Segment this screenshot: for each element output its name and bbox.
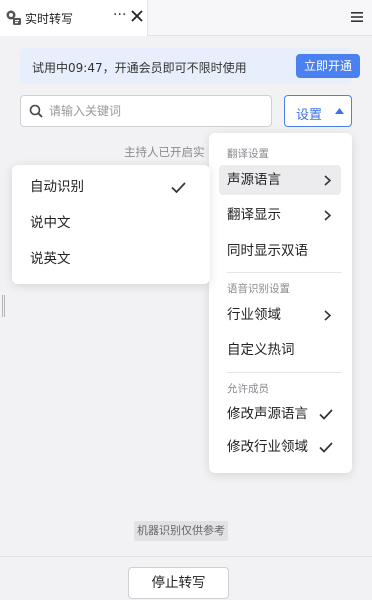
menu-item-modify-source-language[interactable]: 修改声源语言 bbox=[219, 399, 341, 429]
option-chinese[interactable]: 说中文 bbox=[12, 207, 210, 239]
search-input[interactable] bbox=[49, 102, 264, 120]
checkmark-icon bbox=[319, 442, 333, 453]
tab-realtime-transcription[interactable]: 实时转写 ··· bbox=[0, 0, 148, 36]
caret-up-icon bbox=[335, 108, 344, 114]
chevron-right-icon bbox=[324, 210, 331, 221]
menu-item-label: 自定义热词 bbox=[227, 342, 295, 358]
menu-item-label: 修改行业领域 bbox=[227, 439, 308, 455]
menu-item-modify-industry[interactable]: 修改行业领域 bbox=[219, 432, 341, 462]
more-icon[interactable]: ··· bbox=[113, 7, 126, 23]
menu-item-bilingual[interactable]: 同时显示双语 bbox=[219, 236, 341, 266]
search-icon bbox=[29, 104, 43, 118]
checkmark-icon bbox=[319, 409, 333, 420]
divider bbox=[227, 272, 342, 273]
title-bar: 实时转写 ··· bbox=[0, 0, 372, 36]
chevron-right-icon bbox=[324, 310, 331, 321]
menu-item-source-language[interactable]: 声源语言 bbox=[219, 165, 341, 195]
menu-icon[interactable] bbox=[351, 11, 363, 23]
option-label: 自动识别 bbox=[30, 179, 84, 195]
transcription-icon bbox=[6, 10, 21, 25]
menu-item-label: 行业领域 bbox=[227, 307, 281, 323]
checkmark-icon bbox=[171, 182, 186, 193]
chevron-right-icon bbox=[324, 175, 331, 186]
footer-divider bbox=[0, 556, 372, 557]
option-auto-detect[interactable]: 自动识别 bbox=[12, 171, 210, 203]
option-label: 说中文 bbox=[30, 215, 71, 231]
menu-item-hotwords[interactable]: 自定义热词 bbox=[219, 335, 341, 365]
search-box[interactable] bbox=[20, 95, 272, 127]
option-label: 说英文 bbox=[30, 251, 71, 267]
resize-handle-icon[interactable] bbox=[2, 295, 5, 317]
menu-item-translation-display[interactable]: 翻译显示 bbox=[219, 200, 341, 230]
close-icon[interactable] bbox=[130, 9, 144, 23]
machine-recognition-disclaimer: 机器识别仅供参考 bbox=[134, 521, 228, 541]
section-asr-settings: 语音识别设置 bbox=[227, 283, 290, 295]
divider bbox=[227, 372, 342, 373]
menu-item-industry[interactable]: 行业领域 bbox=[219, 300, 341, 330]
source-language-submenu: 自动识别 说中文 说英文 bbox=[12, 165, 210, 284]
trial-notice: 试用中09:47，开通会员即可不限时使用 bbox=[32, 61, 247, 75]
settings-dropdown: 翻译设置 声源语言 翻译显示 同时显示双语 语音识别设置 行业领域 自定义热词 … bbox=[209, 133, 352, 473]
section-translation-settings: 翻译设置 bbox=[227, 148, 269, 160]
settings-label: 设置 bbox=[296, 108, 323, 123]
menu-item-label: 翻译显示 bbox=[227, 207, 281, 223]
activate-now-button[interactable]: 立即开通 bbox=[296, 54, 360, 78]
menu-item-label: 声源语言 bbox=[227, 172, 281, 188]
menu-item-label: 修改声源语言 bbox=[227, 406, 308, 422]
section-member-permissions: 允许成员 bbox=[227, 383, 269, 395]
settings-button[interactable]: 设置 bbox=[284, 95, 352, 127]
stop-transcription-button[interactable]: 停止转写 bbox=[128, 567, 229, 599]
menu-item-label: 同时显示双语 bbox=[227, 243, 308, 259]
tab-title: 实时转写 bbox=[25, 12, 74, 26]
trial-banner: 试用中09:47，开通会员即可不限时使用 立即开通 bbox=[20, 48, 360, 84]
host-notice: 主持人已开启实 bbox=[124, 145, 205, 159]
option-english[interactable]: 说英文 bbox=[12, 243, 210, 275]
